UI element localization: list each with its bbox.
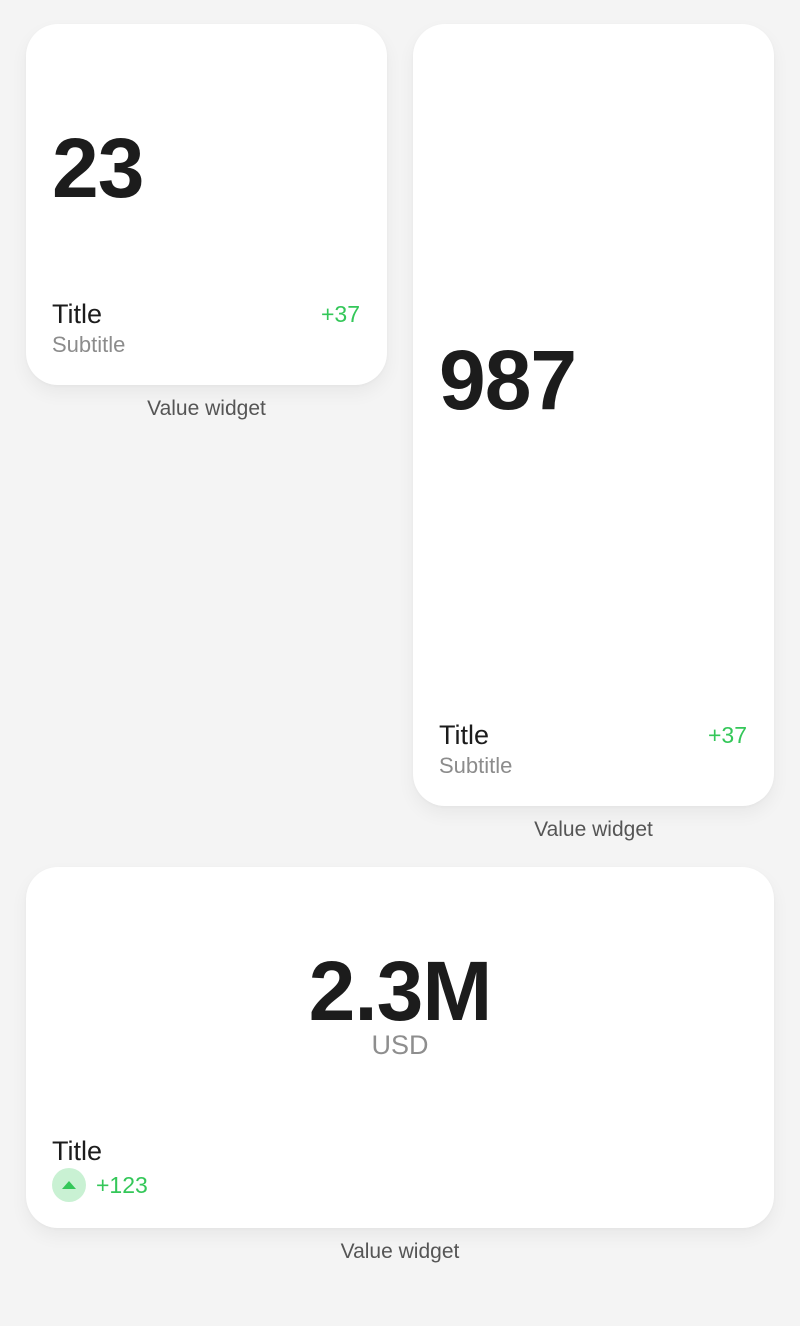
widget-delta: +37 (707, 722, 747, 748)
value-widget-tall[interactable]: 987 Title Subtitle +37 (413, 24, 774, 806)
widget-subtitle: Subtitle (439, 753, 513, 778)
widget-title: Title (52, 299, 103, 329)
widget-caption: Value widget (147, 397, 266, 420)
widget-delta: +37 (320, 301, 360, 327)
widget-title: Title (52, 1136, 103, 1166)
value-widget-small[interactable]: 23 Title Subtitle +37 (26, 24, 387, 385)
arrow-up-icon (52, 1168, 86, 1202)
value-widget-wide[interactable]: 2.3M USD Title +123 (26, 867, 774, 1228)
widget-caption: Value widget (340, 1240, 460, 1263)
widget-delta: +123 (96, 1171, 148, 1198)
widget-caption: Value widget (534, 818, 653, 841)
widget-title: Title (439, 720, 490, 750)
widget-subtitle: Subtitle (52, 332, 126, 357)
widget-value: 987 (439, 333, 577, 427)
widget-value: 2.3M (308, 944, 493, 1038)
widget-value: 23 (52, 121, 144, 215)
widget-unit: USD (371, 1030, 429, 1060)
widget-trend: +123 (52, 1168, 148, 1202)
